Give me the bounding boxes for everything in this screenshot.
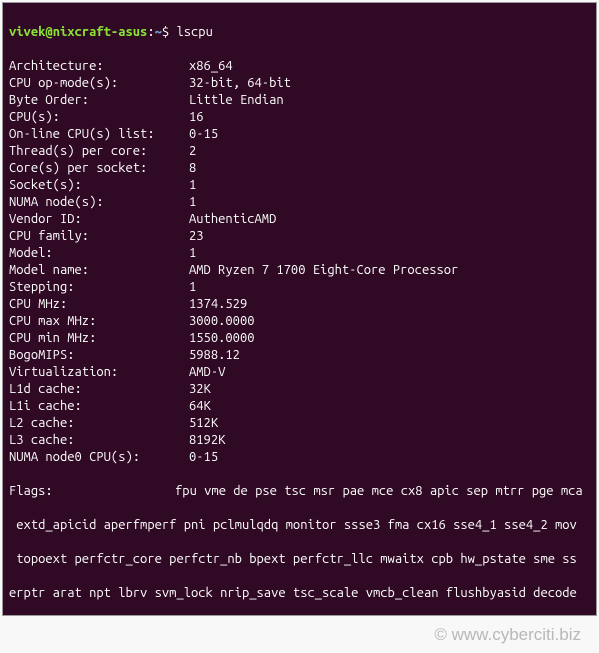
- lscpu-label: Vendor ID:: [9, 211, 189, 228]
- lscpu-label: Thread(s) per core:: [9, 143, 189, 160]
- lscpu-value: Little Endian: [189, 92, 284, 109]
- prompt-path: ~: [155, 25, 162, 39]
- command-1: lscpu: [176, 25, 212, 39]
- lscpu-label: CPU MHz:: [9, 296, 189, 313]
- lscpu-label: L3 cache:: [9, 432, 189, 449]
- lscpu-row: Architecture:x86_64: [9, 58, 590, 75]
- lscpu-label: Core(s) per socket:: [9, 160, 189, 177]
- lscpu-row: CPU MHz:1374.529: [9, 296, 590, 313]
- lscpu-label: Model name:: [9, 262, 189, 279]
- watermark-text: © www.cyberciti.biz: [434, 625, 581, 645]
- lscpu-label: NUMA node(s):: [9, 194, 189, 211]
- lscpu-row: L1i cache:64K: [9, 398, 590, 415]
- lscpu-value: 1: [189, 177, 196, 194]
- lscpu-row: Vendor ID:AuthenticAMD: [9, 211, 590, 228]
- lscpu-row: L2 cache:512K: [9, 415, 590, 432]
- lscpu-row: Core(s) per socket:8: [9, 160, 590, 177]
- lscpu-label: L1d cache:: [9, 381, 189, 398]
- flags-line-2: extd_apicid aperfmperf pni pclmulqdq mon…: [9, 517, 590, 534]
- lscpu-row: BogoMIPS:5988.12: [9, 347, 590, 364]
- lscpu-value: 8192K: [189, 432, 225, 449]
- lscpu-value: x86_64: [189, 58, 233, 75]
- flags-line-4: erptr arat npt lbrv svm_lock nrip_save t…: [9, 585, 590, 602]
- lscpu-row: Stepping:1: [9, 279, 590, 296]
- lscpu-row: CPU max MHz:3000.0000: [9, 313, 590, 330]
- lscpu-row: CPU family:23: [9, 228, 590, 245]
- lscpu-value: 8: [189, 160, 196, 177]
- lscpu-value: 1550.0000: [189, 330, 255, 347]
- lscpu-value: 64K: [189, 398, 211, 415]
- lscpu-value: 0-15: [189, 126, 218, 143]
- lscpu-value: AuthenticAMD: [189, 211, 276, 228]
- lscpu-value: 512K: [189, 415, 218, 432]
- lscpu-value: 32-bit, 64-bit: [189, 75, 291, 92]
- lscpu-value: 3000.0000: [189, 313, 255, 330]
- lscpu-label: L2 cache:: [9, 415, 189, 432]
- lscpu-row: L3 cache:8192K: [9, 432, 590, 449]
- prompt-dollar: $: [162, 25, 169, 39]
- lscpu-row: NUMA node0 CPU(s):0-15: [9, 449, 590, 466]
- lscpu-row: Thread(s) per core:2: [9, 143, 590, 160]
- lscpu-value: 1: [189, 245, 196, 262]
- lscpu-value: 1374.529: [189, 296, 247, 313]
- lscpu-value: 23: [189, 228, 204, 245]
- flags-label: Flags:: [9, 483, 175, 500]
- lscpu-label: Socket(s):: [9, 177, 189, 194]
- lscpu-row: NUMA node(s):1: [9, 194, 590, 211]
- lscpu-row: Virtualization:AMD-V: [9, 364, 590, 381]
- prompt-colon: :: [147, 25, 154, 39]
- lscpu-row: CPU min MHz:1550.0000: [9, 330, 590, 347]
- lscpu-row: L1d cache:32K: [9, 381, 590, 398]
- lscpu-row: Socket(s):1: [9, 177, 590, 194]
- lscpu-label: CPU min MHz:: [9, 330, 189, 347]
- lscpu-label: Stepping:: [9, 279, 189, 296]
- lscpu-value: 0-15: [189, 449, 218, 466]
- prompt-line-1: vivek@nixcraft-asus:~$ lscpu: [9, 24, 590, 41]
- lscpu-row: Byte Order:Little Endian: [9, 92, 590, 109]
- lscpu-label: On-line CPU(s) list:: [9, 126, 189, 143]
- lscpu-value: 2: [189, 143, 196, 160]
- lscpu-label: L1i cache:: [9, 398, 189, 415]
- lscpu-label: CPU op-mode(s):: [9, 75, 189, 92]
- flags-row: Flags:fpu vme de pse tsc msr pae mce cx8…: [9, 483, 590, 500]
- prompt-at: @: [45, 25, 52, 39]
- lscpu-row: Model name:AMD Ryzen 7 1700 Eight-Core P…: [9, 262, 590, 279]
- lscpu-value: 16: [189, 109, 204, 126]
- lscpu-value: AMD-V: [189, 364, 225, 381]
- lscpu-output: Architecture:x86_64CPU op-mode(s):32-bit…: [9, 58, 590, 466]
- lscpu-row: CPU op-mode(s):32-bit, 64-bit: [9, 75, 590, 92]
- prompt-host: nixcraft-asus: [53, 25, 148, 39]
- lscpu-label: CPU(s):: [9, 109, 189, 126]
- lscpu-label: BogoMIPS:: [9, 347, 189, 364]
- lscpu-label: CPU family:: [9, 228, 189, 245]
- lscpu-row: CPU(s):16: [9, 109, 590, 126]
- lscpu-value: AMD Ryzen 7 1700 Eight-Core Processor: [189, 262, 458, 279]
- lscpu-label: CPU max MHz:: [9, 313, 189, 330]
- terminal-window[interactable]: vivek@nixcraft-asus:~$ lscpu Architectur…: [2, 2, 597, 616]
- prompt-user: vivek: [9, 25, 45, 39]
- lscpu-label: Architecture:: [9, 58, 189, 75]
- lscpu-row: Model:1: [9, 245, 590, 262]
- lscpu-label: Model:: [9, 245, 189, 262]
- lscpu-value: 1: [189, 279, 196, 296]
- lscpu-label: Virtualization:: [9, 364, 189, 381]
- lscpu-value: 32K: [189, 381, 211, 398]
- lscpu-value: 1: [189, 194, 196, 211]
- lscpu-label: NUMA node0 CPU(s):: [9, 449, 189, 466]
- lscpu-label: Byte Order:: [9, 92, 189, 109]
- lscpu-row: On-line CPU(s) list:0-15: [9, 126, 590, 143]
- flags-value-1: fpu vme de pse tsc msr pae mce cx8 apic …: [175, 483, 590, 500]
- flags-line-3: topoext perfctr_core perfctr_nb bpext pe…: [9, 551, 590, 568]
- lscpu-value: 5988.12: [189, 347, 240, 364]
